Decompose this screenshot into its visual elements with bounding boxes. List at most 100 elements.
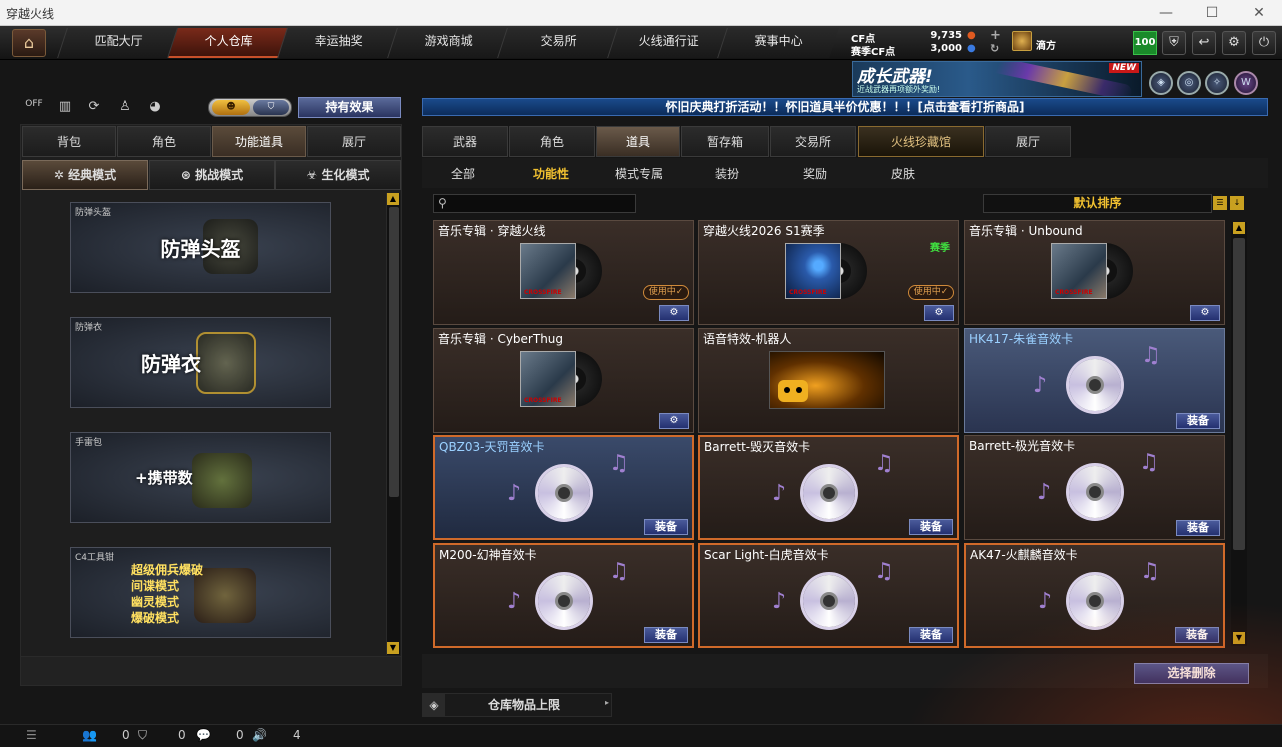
volume-icon[interactable]: 🔊 — [252, 728, 267, 742]
return-icon[interactable]: ↩ — [1192, 31, 1216, 55]
cycle-icon[interactable]: ⟳ — [84, 99, 104, 117]
equip-button[interactable]: 装备 — [909, 627, 953, 643]
window-title: 穿越火线 — [6, 7, 55, 21]
sort-direction-icon[interactable]: ↓ — [1230, 196, 1244, 210]
subtab-mode-exclusive[interactable]: 模式专属 — [615, 165, 663, 182]
settings-button[interactable]: ⚙ — [659, 413, 689, 429]
close-icon[interactable]: ✕ — [1250, 4, 1268, 22]
gear-icon[interactable]: ⚙ — [1222, 31, 1246, 55]
vip-icon[interactable]: W — [1234, 71, 1258, 95]
item-card[interactable]: M200-幻神音效卡 ♪ ♫ 装备 — [433, 543, 694, 648]
maximize-icon[interactable]: ☐ — [1203, 4, 1221, 22]
nav-tab-lucky-draw[interactable]: 幸运抽奖 — [277, 28, 399, 58]
sort-dropdown[interactable]: 默认排序 — [983, 194, 1212, 213]
promo-notice[interactable]: 怀旧庆典打折活动！！怀旧道具半价优惠！！！[点击查看打折商品] — [422, 98, 1268, 116]
tab-character[interactable]: 角色 — [117, 126, 211, 157]
settings-button[interactable]: ⚙ — [1190, 305, 1220, 321]
subtab-skins[interactable]: 皮肤 — [891, 165, 915, 182]
music-note-icon: ♫ — [609, 559, 629, 584]
mode-classic[interactable]: ✲ 经典模式 — [22, 160, 148, 190]
clan-icon[interactable]: ⛉ — [138, 728, 147, 743]
item-card[interactable]: 语音特效-机器人 — [698, 328, 959, 433]
tab-weapons[interactable]: 武器 — [422, 126, 508, 157]
avatar[interactable] — [1012, 31, 1032, 51]
item-card[interactable]: Barrett-极光音效卡 ♪ ♫ 装备 — [964, 435, 1225, 540]
list-view-icon[interactable]: ☰ — [1213, 196, 1227, 210]
tab-storage[interactable]: 暂存箱 — [681, 126, 769, 157]
select-delete-button[interactable]: 选择删除 — [1134, 663, 1249, 684]
tab-characters[interactable]: 角色 — [509, 126, 595, 157]
scroll-up-icon[interactable]: ▲ — [1233, 222, 1245, 234]
scroll-thumb[interactable] — [1233, 238, 1245, 550]
equip-button[interactable]: 装备 — [644, 519, 688, 535]
subtab-dressup[interactable]: 装扮 — [715, 165, 739, 182]
rank-icon[interactable]: ◈ — [1149, 71, 1173, 95]
scroll-up-icon[interactable]: ▲ — [387, 193, 399, 205]
item-card[interactable]: Barrett-毁灭音效卡 ♪ ♫ 装备 — [698, 435, 959, 540]
stats-icon[interactable]: ▥ — [55, 99, 75, 117]
item-card[interactable]: 音乐专辑 · CyberThug CROSSFIRE ⚙ — [433, 328, 694, 433]
power-icon[interactable]: ⏻ — [1252, 31, 1276, 55]
tab-collection[interactable]: 火线珍藏馆 — [858, 126, 984, 157]
item-card[interactable]: Scar Light-白虎音效卡 ♪ ♫ 装备 — [698, 543, 959, 648]
promo-banner[interactable]: 成长武器! 近战武器再项额外奖励! NEW — [852, 61, 1142, 97]
toggle-off-icon[interactable]: OFF — [24, 99, 44, 117]
scroll-down-icon[interactable]: ▼ — [387, 642, 399, 654]
scroll-down-icon[interactable]: ▼ — [1233, 632, 1245, 644]
nav-tab-exchange[interactable]: 交易所 — [497, 28, 619, 58]
equip-button[interactable]: 装备 — [909, 519, 953, 535]
subtab-functional[interactable]: 功能性 — [533, 165, 569, 182]
settings-button[interactable]: ⚙ — [659, 305, 689, 321]
slot-grenade-bag[interactable]: 手雷包 +携带数 — [70, 432, 331, 523]
nav-tab-battle-pass[interactable]: 火线通行证 — [607, 28, 729, 58]
left-scrollbar[interactable] — [386, 193, 400, 655]
character-icon[interactable]: ♙ — [115, 99, 135, 117]
tab-function-items[interactable]: 功能道具 — [212, 126, 306, 157]
tab-showroom-right[interactable]: 展厅 — [985, 126, 1071, 157]
grenade-icon[interactable]: ◕ — [145, 99, 165, 117]
equip-button[interactable]: 装备 — [1176, 520, 1220, 536]
capacity-bar[interactable]: ◈ 仓库物品上限 ▸ — [422, 693, 612, 717]
equip-button[interactable]: 装备 — [644, 627, 688, 643]
subtab-all[interactable]: 全部 — [451, 165, 475, 182]
list-icon[interactable]: ☰ — [26, 728, 37, 742]
right-scrollbar[interactable] — [1231, 222, 1247, 646]
item-card[interactable]: AK47-火麒麟音效卡 ♪ ♫ 装备 — [964, 543, 1225, 648]
globe-icon[interactable]: ◎ — [1177, 71, 1201, 95]
faction-toggle[interactable]: ☻ ⛉ — [208, 98, 292, 117]
settings-button[interactable]: ⚙ — [924, 305, 954, 321]
shield-icon[interactable]: ⛨ — [1162, 31, 1186, 55]
mode-zombie[interactable]: ☣ 生化模式 — [275, 160, 401, 190]
nav-tab-personal-warehouse[interactable]: 个人仓库 — [167, 28, 289, 58]
tab-backpack[interactable]: 背包 — [22, 126, 116, 157]
tab-showroom[interactable]: 展厅 — [307, 126, 401, 157]
item-card[interactable]: 音乐专辑 · Unbound CROSSFIRE ⚙ — [964, 220, 1225, 325]
item-card[interactable]: QBZ03-天罚音效卡 ♪ ♫ 装备 — [433, 435, 694, 540]
chat-icon[interactable]: 💬 — [196, 728, 211, 742]
item-card[interactable]: HK417-朱雀音效卡 ♪ ♫ 装备 — [964, 328, 1225, 433]
minimize-icon[interactable]: — — [1157, 4, 1175, 22]
equip-button[interactable]: 装备 — [1175, 627, 1219, 643]
equip-button[interactable]: 装备 — [1176, 413, 1220, 429]
level-badge[interactable]: 100 — [1133, 31, 1157, 55]
scroll-thumb[interactable] — [389, 207, 399, 497]
effect-button[interactable]: 持有效果 — [298, 97, 401, 118]
subtab-rewards[interactable]: 奖励 — [803, 165, 827, 182]
home-icon[interactable]: ⌂ — [12, 29, 46, 57]
medal-icon[interactable]: ✧ — [1205, 71, 1229, 95]
add-points-icon[interactable]: + — [990, 28, 1001, 43]
nav-tab-esports[interactable]: 赛事中心 — [717, 28, 839, 58]
search-input[interactable]: ⚲ — [433, 194, 636, 213]
nav-tab-match-lobby[interactable]: 匹配大厅 — [57, 28, 179, 58]
slot-armor[interactable]: 防弹衣 防弹衣 — [70, 317, 331, 408]
slot-c4-pliers[interactable]: C4工具钳 超级佣兵爆破 间谍模式 幽灵模式 爆破模式 — [70, 547, 331, 638]
tab-exchange[interactable]: 交易所 — [770, 126, 856, 157]
friends-icon[interactable]: 👥 — [82, 728, 97, 742]
slot-helmet[interactable]: 防弹头盔 防弹头盔 — [70, 202, 331, 293]
item-card[interactable]: 穿越火线2026 S1赛季 赛季 CROSSFIRE 使用中✓ ⚙ — [698, 220, 959, 325]
nav-tab-shop[interactable]: 游戏商城 — [387, 28, 509, 58]
tab-items[interactable]: 道具 — [596, 126, 680, 157]
mode-challenge[interactable]: ⊛ 挑战模式 — [149, 160, 275, 190]
item-card[interactable]: 音乐专辑 · 穿越火线 CROSSFIRE 使用中✓ ⚙ — [433, 220, 694, 325]
refresh-icon[interactable]: ↻ — [990, 42, 999, 55]
